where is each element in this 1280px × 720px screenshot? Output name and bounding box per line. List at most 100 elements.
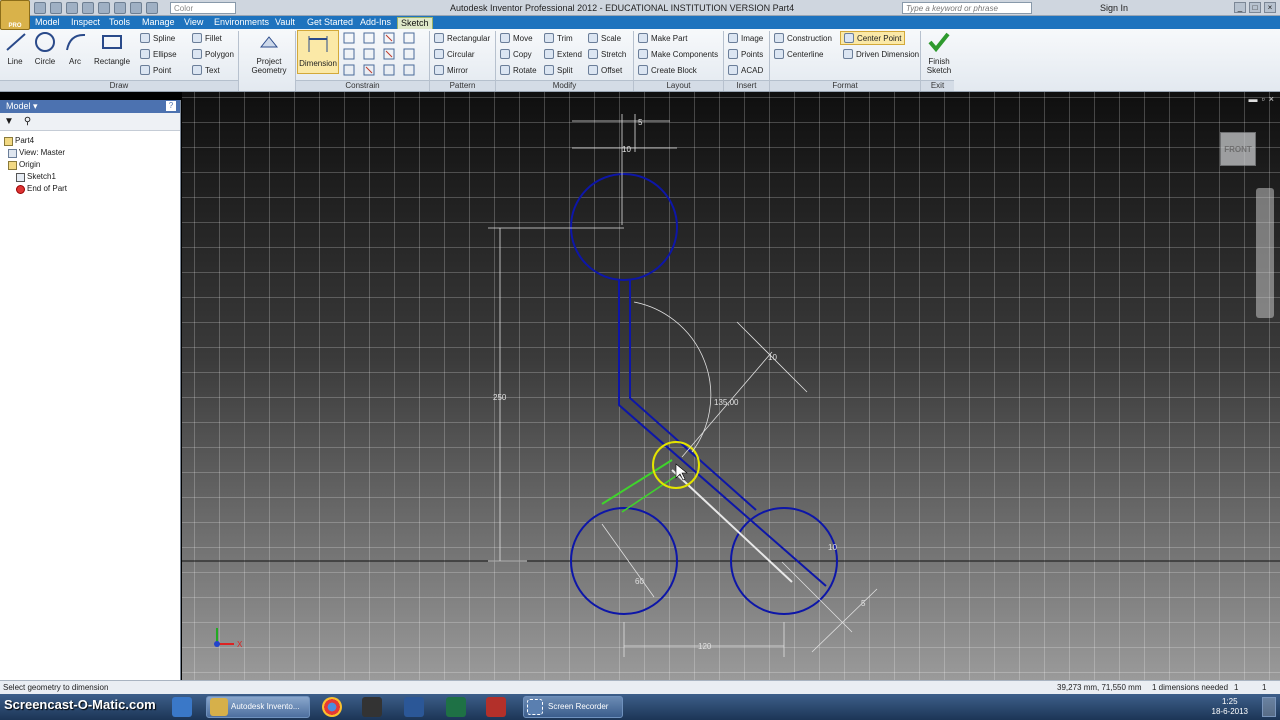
- stretch-button[interactable]: Stretch: [588, 49, 626, 59]
- minimize-icon[interactable]: _: [1234, 2, 1246, 13]
- graphics-window[interactable]: ▬ ▫ × FRONT 5 10 250 135,00 10 60 10 5 1…: [182, 92, 1280, 680]
- tab-environments[interactable]: Environments: [211, 17, 272, 29]
- line-button[interactable]: Line: [4, 31, 26, 66]
- color-dropdown[interactable]: Color: [170, 2, 236, 14]
- show-desktop-button[interactable]: [1262, 697, 1276, 717]
- tree-item-end-of-part[interactable]: End of Part: [0, 183, 180, 195]
- dim-5-top[interactable]: 5: [638, 118, 643, 127]
- rectangular-pattern-button[interactable]: Rectangular: [434, 33, 490, 43]
- word-icon[interactable]: [404, 697, 424, 717]
- tab-tools[interactable]: Tools: [106, 17, 133, 29]
- center-point-button[interactable]: Center Point: [840, 31, 906, 45]
- excel-icon[interactable]: [446, 697, 466, 717]
- sketch-canvas[interactable]: 5 10 250 135,00 10 60 10 5 120 X: [182, 92, 1280, 680]
- save-icon[interactable]: [66, 2, 78, 14]
- open-icon[interactable]: [50, 2, 62, 14]
- panel-format-label[interactable]: Format: [770, 80, 920, 91]
- tree-item-sketch[interactable]: Sketch1: [0, 171, 180, 183]
- top-circle[interactable]: [570, 173, 678, 281]
- sign-in-link[interactable]: Sign In: [1100, 3, 1128, 13]
- split-button[interactable]: Split: [544, 65, 573, 75]
- tree-item-origin[interactable]: Origin: [0, 159, 180, 171]
- tree-item-view[interactable]: View: Master: [0, 147, 180, 159]
- tree-item-part[interactable]: Part4: [0, 135, 180, 147]
- app-red-icon[interactable]: [486, 697, 506, 717]
- fillet-button[interactable]: Fillet: [192, 33, 222, 43]
- help-search-input[interactable]: Type a keyword or phrase: [902, 2, 1032, 14]
- find-icon[interactable]: ⚲: [24, 116, 31, 127]
- maximize-icon[interactable]: □: [1249, 2, 1261, 13]
- centerline-button[interactable]: Centerline: [774, 49, 823, 59]
- spline-button[interactable]: Spline: [140, 33, 175, 43]
- dim-10-diagonal[interactable]: 10: [768, 353, 777, 362]
- tab-view[interactable]: View: [181, 17, 206, 29]
- panel-constrain-label[interactable]: Constrain: [296, 80, 429, 91]
- construction-button[interactable]: Construction: [774, 33, 832, 43]
- browser-header[interactable]: Model ▾?: [0, 100, 180, 113]
- finish-sketch-button[interactable]: Finish Sketch: [924, 31, 954, 75]
- move-button[interactable]: Move: [500, 33, 533, 43]
- separator: [238, 31, 239, 91]
- arc-icon: [66, 33, 86, 51]
- dim-5-right[interactable]: 5: [861, 599, 866, 608]
- view-icon: [8, 148, 17, 158]
- chrome-icon[interactable]: [322, 697, 342, 717]
- app-icon[interactable]: [362, 697, 382, 717]
- redo-icon[interactable]: [98, 2, 110, 14]
- image-button[interactable]: Image: [728, 33, 763, 43]
- tab-add-ins[interactable]: Add-Ins: [357, 17, 394, 29]
- offset-button[interactable]: Offset: [588, 65, 622, 75]
- tab-sketch[interactable]: Sketch: [397, 17, 433, 29]
- mirror-button[interactable]: Mirror: [434, 65, 468, 75]
- home-icon[interactable]: [114, 2, 126, 14]
- panel-draw-label[interactable]: Draw: [0, 80, 238, 91]
- model-browser: Model ▾? ▼ ⚲ Part4 View: Master Origin S…: [0, 100, 181, 680]
- system-clock[interactable]: 1:25 18-6-2013: [1212, 697, 1248, 717]
- dim-120[interactable]: 120: [698, 642, 712, 651]
- dropbox-icon[interactable]: [172, 697, 192, 717]
- polygon-button[interactable]: Polygon: [192, 49, 234, 59]
- trim-button[interactable]: Trim: [544, 33, 573, 43]
- tab-manage[interactable]: Manage: [139, 17, 178, 29]
- tab-inspect[interactable]: Inspect: [68, 17, 103, 29]
- application-menu-button[interactable]: PRO: [0, 0, 30, 30]
- tab-vault[interactable]: Vault: [272, 17, 298, 29]
- rectangle-button[interactable]: Rectangle: [94, 31, 130, 66]
- dim-250[interactable]: 250: [493, 393, 507, 402]
- points-button[interactable]: Points: [728, 49, 763, 59]
- text-button[interactable]: Text: [192, 65, 220, 75]
- copy-button[interactable]: Copy: [500, 49, 532, 59]
- extend-button[interactable]: Extend: [544, 49, 582, 59]
- circular-pattern-button[interactable]: Circular: [434, 49, 475, 59]
- close-icon[interactable]: ×: [1264, 2, 1276, 13]
- scale-button[interactable]: Scale: [588, 33, 621, 43]
- ellipse-button[interactable]: Ellipse: [140, 49, 177, 59]
- help-icon[interactable]: ?: [166, 101, 176, 111]
- point-button[interactable]: Point: [140, 65, 171, 75]
- make-part-button[interactable]: Make Part: [638, 33, 687, 43]
- undo-icon[interactable]: [82, 2, 94, 14]
- rotate-button[interactable]: Rotate: [500, 65, 537, 75]
- arm-left-edge[interactable]: [618, 280, 827, 587]
- driven-dimension-button[interactable]: Driven Dimension: [843, 49, 919, 59]
- dim-10-top[interactable]: 10: [622, 145, 631, 154]
- update-icon[interactable]: [130, 2, 142, 14]
- select-icon[interactable]: [146, 2, 158, 14]
- dim-angle[interactable]: 135,00: [714, 398, 739, 407]
- dim-60[interactable]: 60: [635, 577, 644, 586]
- create-block-button[interactable]: Create Block: [638, 65, 697, 75]
- project-geometry-button[interactable]: Project Geometry: [246, 31, 292, 75]
- acad-button[interactable]: ACAD: [728, 65, 763, 75]
- circle-button[interactable]: Circle: [32, 31, 58, 66]
- line-icon: [6, 33, 26, 51]
- dim-10-right[interactable]: 10: [828, 543, 837, 552]
- dimension-button[interactable]: Dimension: [297, 30, 339, 74]
- tab-model[interactable]: Model: [32, 17, 63, 29]
- arc-button[interactable]: Arc: [64, 31, 86, 66]
- new-icon[interactable]: [34, 2, 46, 14]
- dimension-label: Dimension: [299, 59, 337, 68]
- tab-get-started[interactable]: Get Started: [304, 17, 356, 29]
- make-components-button[interactable]: Make Components: [638, 49, 718, 59]
- project-geometry-label: Project Geometry: [251, 57, 287, 75]
- filter-icon[interactable]: ▼: [4, 116, 14, 127]
